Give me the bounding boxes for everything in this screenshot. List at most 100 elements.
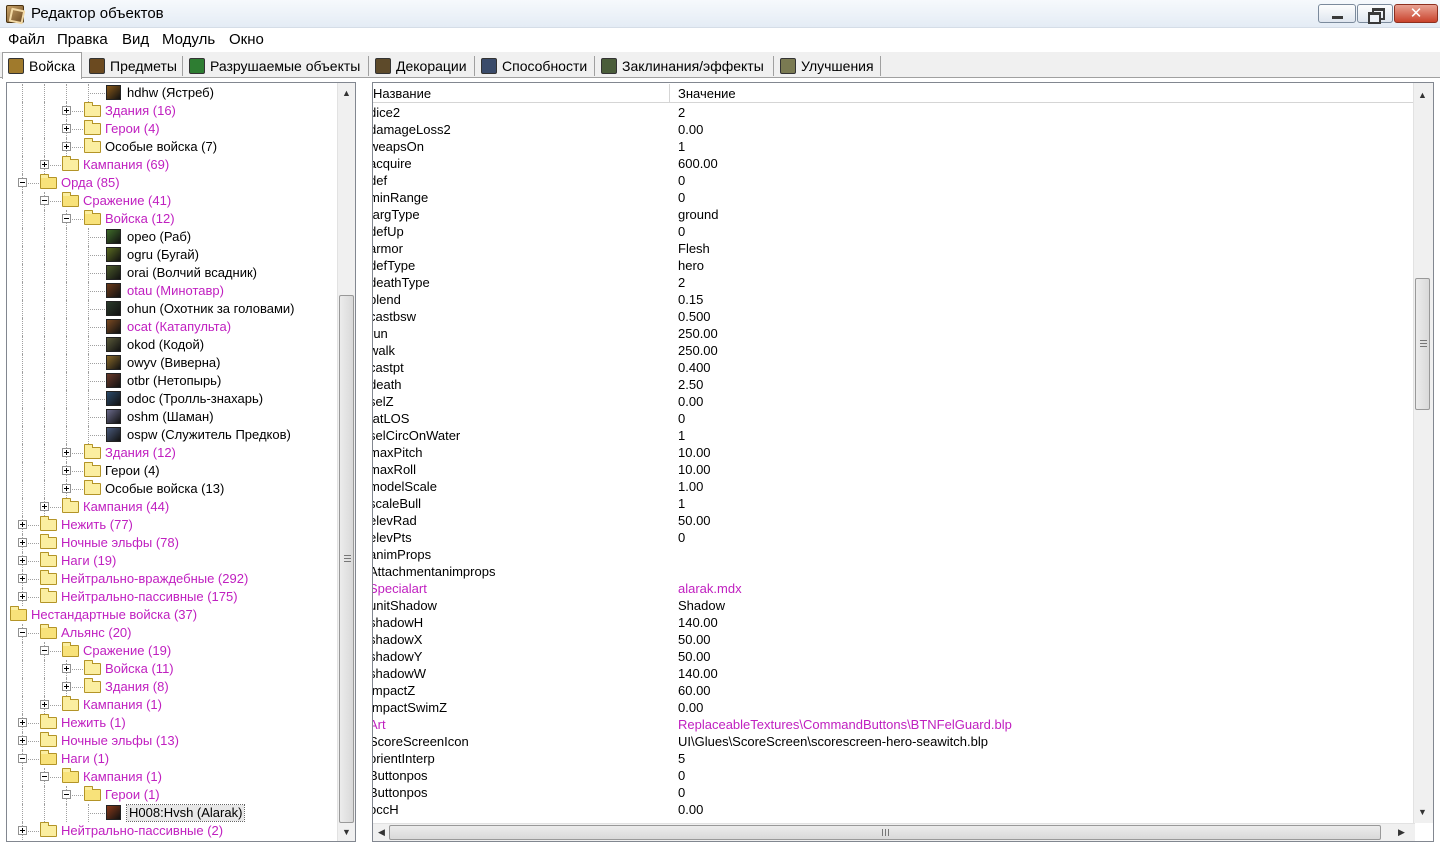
- tree-folder-item[interactable]: Ночные эльфы (78): [7, 534, 337, 552]
- property-value[interactable]: 0.00: [678, 393, 703, 410]
- tree-folder-item[interactable]: Особые войска (7): [7, 138, 337, 156]
- tree-unit-item[interactable]: ohun (Охотник за головами): [7, 300, 337, 318]
- property-value[interactable]: 0: [678, 223, 685, 240]
- property-row[interactable]: modelScale 1.00: [373, 478, 1413, 495]
- collapse-icon[interactable]: [40, 196, 49, 205]
- scroll-right-arrow-icon[interactable]: ▶: [1393, 824, 1410, 841]
- property-row[interactable]: impactSwimZ 0.00: [373, 699, 1413, 716]
- property-row[interactable]: scaleBull 1: [373, 495, 1413, 512]
- property-value[interactable]: 0.00: [678, 801, 703, 818]
- menu-window[interactable]: Окно: [229, 31, 264, 48]
- property-row[interactable]: Attachmentanimprops: [373, 563, 1413, 580]
- menu-view[interactable]: Вид: [122, 31, 149, 48]
- tree-folder-item[interactable]: Нежить (1): [7, 714, 337, 732]
- tab-doodads[interactable]: Декорации: [370, 54, 467, 78]
- tree-folder-item[interactable]: Особые войска (13): [7, 480, 337, 498]
- property-row[interactable]: maxRoll 10.00: [373, 461, 1413, 478]
- property-row[interactable]: elevPts 0: [373, 529, 1413, 546]
- minimize-button[interactable]: [1318, 4, 1356, 23]
- property-value[interactable]: ReplaceableTextures\CommandButtons\BTNFe…: [678, 716, 1012, 733]
- properties-scroll-thumb[interactable]: [1415, 278, 1430, 410]
- tree-folder-item[interactable]: Здания (16): [7, 102, 337, 120]
- property-row[interactable]: castpt 0.400: [373, 359, 1413, 376]
- property-row[interactable]: animProps: [373, 546, 1413, 563]
- property-value[interactable]: alarak.mdx: [678, 580, 742, 597]
- property-row[interactable]: targType ground: [373, 206, 1413, 223]
- tree-folder-item[interactable]: Орда (85): [7, 174, 337, 192]
- property-row[interactable]: run 250.00: [373, 325, 1413, 342]
- property-row[interactable]: dice2 2: [373, 104, 1413, 121]
- menu-file[interactable]: Файл: [8, 31, 45, 48]
- tab-items[interactable]: Предметы: [84, 54, 177, 78]
- tree-folder-item[interactable]: Сражение (19): [7, 642, 337, 660]
- expand-icon[interactable]: [18, 520, 27, 529]
- collapse-icon[interactable]: [18, 628, 27, 637]
- property-row[interactable]: shadowW 140.00: [373, 665, 1413, 682]
- tree-folder-item[interactable]: Сражение (41): [7, 192, 337, 210]
- property-row[interactable]: Buttonpos 0: [373, 767, 1413, 784]
- tree-folder-item[interactable]: Войска (12): [7, 210, 337, 228]
- menu-edit[interactable]: Правка: [57, 31, 108, 48]
- property-row[interactable]: fatLOS 0: [373, 410, 1413, 427]
- expand-icon[interactable]: [40, 700, 49, 709]
- tree-folder-item[interactable]: Альянс (20): [7, 624, 337, 642]
- property-row[interactable]: impactZ 60.00: [373, 682, 1413, 699]
- scroll-down-arrow-icon[interactable]: ▼: [338, 823, 355, 840]
- property-value[interactable]: 50.00: [678, 512, 711, 529]
- tree-unit-item[interactable]: opeo (Раб): [7, 228, 337, 246]
- expand-icon[interactable]: [62, 448, 71, 457]
- property-row[interactable]: minRange 0: [373, 189, 1413, 206]
- scroll-down-arrow-icon[interactable]: ▼: [1414, 803, 1431, 820]
- maximize-button[interactable]: [1357, 4, 1393, 24]
- property-value[interactable]: 0: [678, 784, 685, 801]
- tree-unit-item[interactable]: odoc (Тролль-знахарь): [7, 390, 337, 408]
- tree-folder-item[interactable]: Нежить (77): [7, 516, 337, 534]
- tab-destructibles[interactable]: Разрушаемые объекты: [184, 54, 360, 78]
- property-row[interactable]: shadowH 140.00: [373, 614, 1413, 631]
- property-value[interactable]: 5: [678, 750, 685, 767]
- tree-unit-item[interactable]: oshm (Шаман): [7, 408, 337, 426]
- tree-unit-item[interactable]: owyv (Виверна): [7, 354, 337, 372]
- tree-unit-item[interactable]: hdhw (Ястреб): [7, 84, 337, 102]
- tree-unit-item[interactable]: ocat (Катапульта): [7, 318, 337, 336]
- collapse-icon[interactable]: [62, 790, 71, 799]
- properties-vertical-scrollbar[interactable]: ▲ ▼: [1413, 83, 1433, 823]
- property-row[interactable]: shadowY 50.00: [373, 648, 1413, 665]
- tree-folder-item[interactable]: Нейтрально-враждебные (292): [7, 570, 337, 588]
- column-header-value[interactable]: Значение: [678, 86, 736, 101]
- expand-icon[interactable]: [18, 556, 27, 565]
- tree-folder-item[interactable]: Войска (11): [7, 660, 337, 678]
- tree-unit-item[interactable]: otau (Минотавр): [7, 282, 337, 300]
- property-row[interactable]: castbsw 0.500: [373, 308, 1413, 325]
- property-row[interactable]: selCircOnWater 1: [373, 427, 1413, 444]
- expand-icon[interactable]: [62, 664, 71, 673]
- tree-folder-item[interactable]: Нейтрально-пассивные (2): [7, 822, 337, 840]
- column-divider[interactable]: [669, 84, 670, 102]
- expand-icon[interactable]: [62, 484, 71, 493]
- property-row[interactable]: death 2.50: [373, 376, 1413, 393]
- property-value[interactable]: 0.400: [678, 359, 711, 376]
- expand-icon[interactable]: [62, 124, 71, 133]
- property-row[interactable]: Specialart alarak.mdx: [373, 580, 1413, 597]
- tree-folder-item[interactable]: Наги (19): [7, 552, 337, 570]
- property-value[interactable]: 0: [678, 529, 685, 546]
- expand-icon[interactable]: [62, 466, 71, 475]
- expand-icon[interactable]: [62, 682, 71, 691]
- object-tree[interactable]: hdhw (Ястреб) Здания (16) Герои (4) Особые …: [6, 82, 356, 842]
- property-value[interactable]: 2: [678, 274, 685, 291]
- property-value[interactable]: 0.500: [678, 308, 711, 325]
- tab-buffs[interactable]: Заклинания/эффекты: [596, 54, 764, 78]
- horizontal-scroll-thumb[interactable]: [389, 825, 1381, 840]
- scroll-left-arrow-icon[interactable]: ◀: [373, 824, 390, 841]
- expand-icon[interactable]: [18, 574, 27, 583]
- tree-folder-item[interactable]: Герои (4): [7, 462, 337, 480]
- property-row[interactable]: armor Flesh: [373, 240, 1413, 257]
- collapse-icon[interactable]: [40, 772, 49, 781]
- property-value[interactable]: 2.50: [678, 376, 703, 393]
- property-row[interactable]: occH 0.00: [373, 801, 1413, 818]
- expand-icon[interactable]: [18, 592, 27, 601]
- property-row[interactable]: selZ 0.00: [373, 393, 1413, 410]
- property-value[interactable]: Flesh: [678, 240, 710, 257]
- property-value[interactable]: Shadow: [678, 597, 725, 614]
- property-value[interactable]: 140.00: [678, 614, 718, 631]
